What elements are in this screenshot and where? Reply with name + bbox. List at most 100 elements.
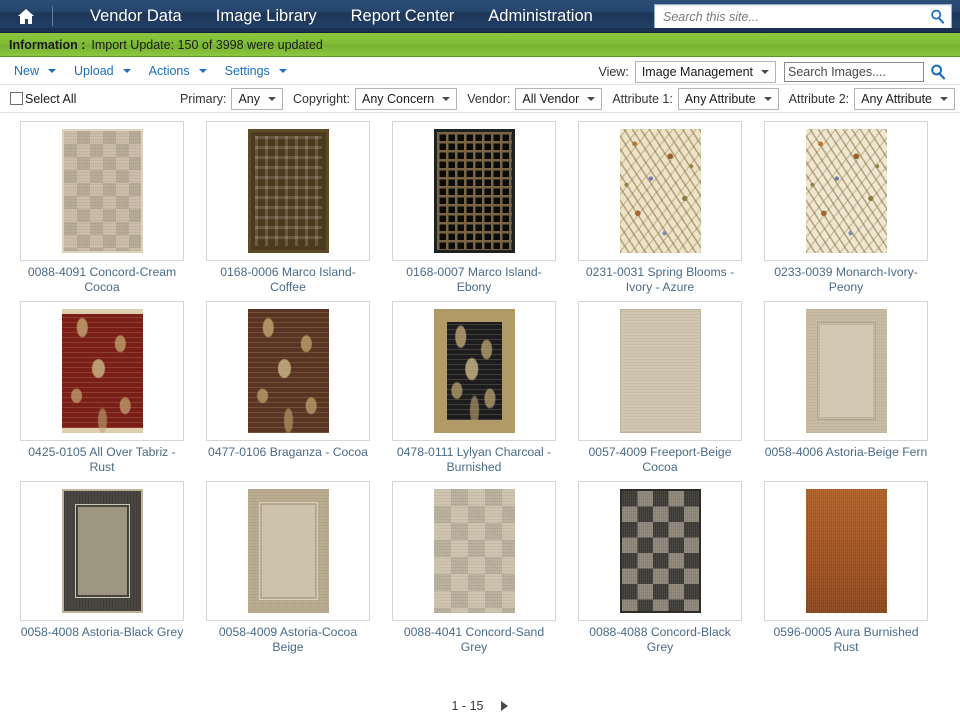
gallery-item-caption: 0088-4091 Concord-Cream Cocoa <box>27 265 177 294</box>
top-navigation-bar: Vendor Data Image Library Report Center … <box>0 0 960 33</box>
new-menu-button[interactable]: New <box>8 62 62 80</box>
gallery-item[interactable]: 0088-4041 Concord-Sand Grey <box>386 481 562 655</box>
rug-thumbnail <box>61 309 143 433</box>
filter-value-vendor: All Vendor <box>522 91 580 106</box>
filter-value-copyright: Any Concern <box>362 91 435 106</box>
thumbnail-frame[interactable] <box>20 481 184 621</box>
site-search-box[interactable] <box>654 4 952 29</box>
thumbnail-frame[interactable] <box>764 121 928 261</box>
settings-menu-button[interactable]: Settings <box>219 62 293 80</box>
upload-menu-button[interactable]: Upload <box>68 62 137 80</box>
gallery-item-caption: 0596-0005 Aura Burnished Rust <box>773 625 919 654</box>
gallery-item-caption: 0058-4009 Astoria-Cocoa Beige <box>218 625 358 654</box>
next-page-arrow-icon[interactable] <box>501 701 509 711</box>
search-images-input[interactable] <box>784 61 924 82</box>
rug-thumbnail <box>619 129 701 253</box>
rug-thumbnail <box>805 309 887 433</box>
filter-label-attribute-2: Attribute 2: <box>788 91 850 106</box>
site-search-input[interactable] <box>655 6 923 27</box>
rug-thumbnail <box>433 309 515 433</box>
gallery-item-caption: 0231-0031 Spring Blooms - Ivory - Azure <box>585 265 735 294</box>
filter-label-primary: Primary: <box>179 91 227 106</box>
nav-item-image-library[interactable]: Image Library <box>199 2 334 31</box>
filter-label-attribute-1: Attribute 1: <box>612 91 673 106</box>
pagination: 1 - 15 <box>0 699 960 713</box>
gallery-item[interactable]: 0088-4091 Concord-Cream Cocoa <box>14 121 190 295</box>
view-label: View: <box>598 64 629 79</box>
nav-item-administration[interactable]: Administration <box>471 2 610 31</box>
gallery-item-caption: 0088-4088 Concord-Black Grey <box>589 625 731 654</box>
thumbnail-frame[interactable] <box>206 481 370 621</box>
thumbnail-frame[interactable] <box>206 121 370 261</box>
gallery-item[interactable]: 0058-4009 Astoria-Cocoa Beige <box>200 481 376 655</box>
gallery-item-caption: 0168-0006 Marco Island-Coffee <box>220 265 356 294</box>
thumbnail-frame[interactable] <box>392 301 556 441</box>
nav-item-report-center[interactable]: Report Center <box>334 2 472 31</box>
gallery-item[interactable]: 0058-4006 Astoria-Beige Fern <box>758 301 934 475</box>
filter-select-vendor[interactable]: All Vendor <box>515 87 603 110</box>
gallery-item[interactable]: 0478-0111 Lylyan Charcoal - Burnished <box>386 301 562 475</box>
thumbnail-frame[interactable] <box>392 481 556 621</box>
site-search-icon[interactable] <box>923 5 951 28</box>
thumbnail-frame[interactable] <box>764 481 928 621</box>
gallery-item-caption: 0168-0007 Marco Island-Ebony <box>406 265 542 294</box>
actions-menu-label: Actions <box>148 63 190 78</box>
filter-select-copyright[interactable]: Any Concern <box>355 87 458 110</box>
chevron-down-icon <box>48 68 57 73</box>
rug-thumbnail <box>433 489 515 613</box>
select-all-checkbox[interactable] <box>10 92 23 105</box>
gallery-item[interactable]: 0231-0031 Spring Blooms - Ivory - Azure <box>572 121 748 295</box>
chevron-down-icon <box>198 68 207 73</box>
settings-menu-label: Settings <box>224 63 270 78</box>
thumbnail-frame[interactable] <box>578 121 742 261</box>
information-message: Import Update: 150 of 3998 were updated <box>91 37 323 52</box>
filter-select-attribute-1[interactable]: Any Attribute <box>677 87 779 110</box>
gallery-item[interactable]: 0168-0006 Marco Island-Coffee <box>200 121 376 295</box>
select-all-label: Select All <box>25 91 77 106</box>
gallery-item[interactable]: 0088-4088 Concord-Black Grey <box>572 481 748 655</box>
select-all-control[interactable]: Select All <box>10 92 76 106</box>
gallery-item[interactable]: 0233-0039 Monarch-Ivory-Peony <box>758 121 934 295</box>
thumbnail-frame[interactable] <box>764 301 928 441</box>
gallery-item[interactable]: 0596-0005 Aura Burnished Rust <box>758 481 934 655</box>
chevron-down-icon <box>587 96 596 101</box>
filter-select-primary[interactable]: Any <box>231 87 284 110</box>
gallery-item[interactable]: 0425-0105 All Over Tabriz - Rust <box>14 301 190 475</box>
chevron-down-icon <box>940 96 948 101</box>
filter-bar: Select All Primary: Any Copyright: Any C… <box>0 85 960 113</box>
gallery-item[interactable]: 0058-4008 Astoria-Black Grey <box>14 481 190 655</box>
information-bar: Information : Import Update: 150 of 3998… <box>0 33 960 57</box>
gallery-item-caption: 0477-0106 Braganza - Cocoa <box>208 445 368 459</box>
filter-value-attribute-1: Any Attribute <box>684 91 756 106</box>
actions-menu-button[interactable]: Actions <box>143 62 213 80</box>
thumbnail-frame[interactable] <box>206 301 370 441</box>
gallery-item-caption: 0478-0111 Lylyan Charcoal - Burnished <box>396 445 552 474</box>
gallery-item-caption: 0058-4008 Astoria-Black Grey <box>20 625 184 639</box>
search-images-icon[interactable] <box>924 60 952 83</box>
gallery-item-caption: 0058-4006 Astoria-Beige Fern <box>764 445 928 459</box>
filter-label-copyright: Copyright: <box>293 91 350 106</box>
chevron-down-icon <box>122 68 131 73</box>
gallery-item[interactable]: 0168-0007 Marco Island-Ebony <box>386 121 562 295</box>
image-gallery: 0088-4091 Concord-Cream Cocoa 0168-0006 … <box>0 113 960 661</box>
view-select[interactable]: Image Management <box>634 60 776 83</box>
thumbnail-frame[interactable] <box>20 301 184 441</box>
home-button[interactable] <box>0 0 52 33</box>
rug-thumbnail <box>247 129 329 253</box>
gallery-item[interactable]: 0477-0106 Braganza - Cocoa <box>200 301 376 475</box>
new-menu-label: New <box>14 63 40 78</box>
gallery-item[interactable]: 0057-4009 Freeport-Beige Cocoa <box>572 301 748 475</box>
gallery-item-caption: 0233-0039 Monarch-Ivory-Peony <box>774 265 918 294</box>
thumbnail-frame[interactable] <box>392 121 556 261</box>
chevron-down-icon <box>442 96 451 101</box>
nav-item-vendor-data[interactable]: Vendor Data <box>73 2 199 31</box>
thumbnail-frame[interactable] <box>578 481 742 621</box>
thumbnail-frame[interactable] <box>20 121 184 261</box>
home-icon <box>17 8 35 24</box>
chevron-down-icon <box>763 96 772 101</box>
filter-value-attribute-2: Any Attribute <box>861 91 932 106</box>
gallery-item-caption: 0057-4009 Freeport-Beige Cocoa <box>588 445 732 474</box>
rug-thumbnail <box>805 489 887 613</box>
filter-select-attribute-2[interactable]: Any Attribute <box>854 87 955 110</box>
thumbnail-frame[interactable] <box>578 301 742 441</box>
